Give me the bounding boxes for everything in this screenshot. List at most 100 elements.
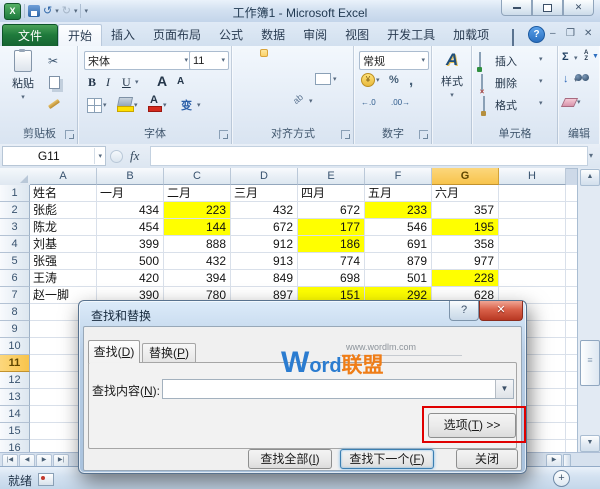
minimize-button[interactable] [501,0,532,16]
cell-F5[interactable]: 879 [365,253,432,270]
copy-icon[interactable] [49,76,60,89]
name-box[interactable]: G11 ▾ [2,146,106,166]
column-header-F[interactable]: F [365,168,432,185]
cell-F3[interactable]: 546 [365,219,432,236]
vertical-scrollbar[interactable]: ▲ ▼ [577,168,600,452]
cell-D6[interactable]: 849 [231,270,298,287]
name-box-caret-icon[interactable]: ▾ [95,153,105,160]
cell-B6[interactable]: 420 [97,270,164,287]
cell-G1[interactable]: 六月 [432,185,499,202]
column-header-D[interactable]: D [231,168,298,185]
dialog-help-button[interactable]: ? [449,301,479,321]
cell-F6[interactable]: 501 [365,270,432,287]
row-header-14[interactable]: 14 [0,406,30,423]
zoom-in-button[interactable]: + [553,470,570,487]
fill-icon[interactable]: ↓ [563,73,569,85]
find-what-combo[interactable]: ▼ [162,379,514,399]
font-color-icon[interactable]: A [147,94,161,112]
delete-caret-icon[interactable]: ▾ [539,78,543,85]
alignment-dialog-launcher-icon[interactable] [341,130,350,139]
format-caret-icon[interactable]: ▾ [539,100,543,107]
autosum-icon[interactable]: Σ [562,51,569,63]
cut-icon[interactable]: ✂ [48,54,58,68]
row-header-15[interactable]: 15 [0,423,30,440]
borders-icon[interactable] [87,98,102,113]
options-button[interactable]: 选项(T) >> [428,413,516,438]
number-dialog-launcher-icon[interactable] [419,130,428,139]
tab-addins[interactable]: 加载项 [444,24,498,46]
cell-E1[interactable]: 四月 [298,185,365,202]
insert-cells-label[interactable]: 插入 [495,53,517,69]
tab-view[interactable]: 视图 [336,24,378,46]
cell-E2[interactable]: 672 [298,202,365,219]
select-all-corner[interactable] [0,168,31,186]
phonetic-caret-icon[interactable]: ▾ [197,102,201,109]
tab-page-layout[interactable]: 页面布局 [144,24,210,46]
cell-G6[interactable]: 228 [432,270,499,287]
column-header-B[interactable]: B [97,168,164,185]
cell-G5[interactable]: 977 [432,253,499,270]
font-color-caret-icon[interactable]: ▾ [163,102,167,109]
italic-button[interactable]: I [106,75,110,90]
dialog-close-button[interactable]: ✕ [479,301,523,321]
cell-F2[interactable]: 233 [365,202,432,219]
merge-caret-icon[interactable]: ▾ [333,76,337,83]
workbook-close-icon[interactable]: ✕ [584,26,592,41]
find-what-input[interactable] [163,380,495,398]
fill-color-icon[interactable] [117,97,132,112]
cell-E6[interactable]: 698 [298,270,365,287]
phonetic-guide-button[interactable]: 变 [181,97,192,113]
tab-insert[interactable]: 插入 [102,24,144,46]
format-painter-icon[interactable] [48,99,60,109]
percent-style-icon[interactable]: % [389,74,399,86]
tab-replace[interactable]: 替换(P) [142,343,196,363]
bold-button[interactable]: B [88,75,96,90]
sort-filter-icon[interactable]: AZ [584,50,588,62]
paste-button[interactable]: 粘贴 ▾ [12,50,34,101]
cell-A1[interactable]: 姓名 [30,185,97,202]
row-header-6[interactable]: 6 [0,270,30,287]
cell-B2[interactable]: 434 [97,202,164,219]
borders-caret-icon[interactable]: ▾ [103,102,107,109]
insert-function-icon[interactable]: fx [130,148,139,164]
tab-home[interactable]: 开始 [58,24,102,46]
column-header-H[interactable]: H [499,168,566,185]
font-size-combo[interactable]: 11▾ [189,51,229,70]
workbook-minimize-icon[interactable]: – [550,26,556,41]
format-cells-label[interactable]: 格式 [495,97,517,113]
cell-B4[interactable]: 399 [97,236,164,253]
formula-input[interactable] [150,146,588,166]
shrink-font-button[interactable]: A [177,76,184,87]
cell-A2[interactable]: 张彪 [30,202,97,219]
clear-icon[interactable] [561,98,578,107]
cell-B5[interactable]: 500 [97,253,164,270]
tab-data[interactable]: 数据 [252,24,294,46]
find-next-button[interactable]: 查找下一个(F) [340,449,434,469]
cell-E5[interactable]: 774 [298,253,365,270]
row-header-10[interactable]: 10 [0,338,30,355]
cell-E4[interactable]: 186 [298,236,365,253]
underline-button[interactable]: U [122,75,131,90]
font-name-combo[interactable]: 宋体▾ [84,51,192,70]
cell-C1[interactable]: 二月 [164,185,231,202]
help-icon[interactable]: ? [528,26,545,43]
font-dialog-launcher-icon[interactable] [219,130,228,139]
cell-A4[interactable]: 刘基 [30,236,97,253]
row-header-16[interactable]: 16 [0,440,30,452]
cell-D5[interactable]: 913 [231,253,298,270]
row-header-1[interactable]: 1 [0,185,30,202]
cell-D4[interactable]: 912 [231,236,298,253]
tab-find[interactable]: 查找(D) [88,340,140,363]
accounting-format-icon[interactable]: ¥ [361,73,375,87]
close-button[interactable]: ✕ [563,0,594,16]
expand-formula-bar-icon[interactable]: ▾ [589,151,593,160]
scroll-up-button[interactable]: ▲ [580,169,600,186]
row-header-3[interactable]: 3 [0,219,30,236]
cell-D3[interactable]: 672 [231,219,298,236]
row-header-4[interactable]: 4 [0,236,30,253]
cell-F4[interactable]: 691 [365,236,432,253]
dialog-close-action-button[interactable]: 关闭 [456,449,518,469]
cell-C3[interactable]: 144 [164,219,231,236]
increase-decimal-icon[interactable]: ←.0 [361,98,376,107]
cell-E3[interactable]: 177 [298,219,365,236]
